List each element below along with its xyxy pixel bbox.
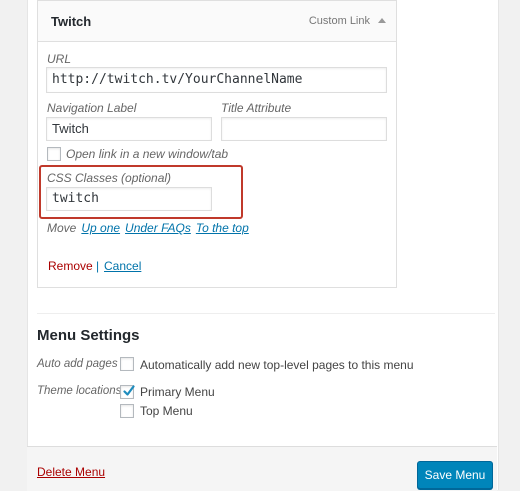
move-label: Move	[47, 221, 77, 235]
menu-item-title: Twitch	[51, 14, 92, 29]
navigation-label-input[interactable]: Twitch	[46, 117, 212, 141]
menu-footer: Delete Menu Save Menu	[27, 446, 497, 491]
checkmark-icon	[123, 385, 135, 396]
new-window-label: Open link in a new window/tab	[66, 147, 229, 161]
move-under-faqs-link[interactable]: Under FAQs	[125, 221, 191, 235]
auto-add-pages-checkbox[interactable]	[120, 357, 134, 371]
menu-settings-title: Menu Settings	[37, 327, 140, 344]
primary-menu-label: Primary Menu	[140, 385, 215, 399]
title-attribute-input[interactable]	[221, 117, 387, 141]
save-menu-button[interactable]: Save Menu	[417, 461, 493, 489]
auto-add-pages-label: Auto add pages	[37, 358, 118, 370]
auto-add-pages-option: Automatically add new top-level pages to…	[140, 358, 414, 372]
new-window-checkbox[interactable]	[47, 147, 61, 161]
delete-menu-link[interactable]: Delete Menu	[37, 465, 105, 479]
section-divider	[37, 313, 495, 314]
title-attribute-label: Title Attribute	[221, 101, 292, 115]
top-menu-label: Top Menu	[140, 404, 193, 418]
navigation-label-label: Navigation Label	[47, 101, 137, 115]
theme-locations-label: Theme locations	[37, 385, 122, 397]
remove-link[interactable]: Remove	[48, 259, 93, 273]
menu-item-type: Custom Link	[308, 15, 370, 27]
menu-item-header[interactable]: Twitch Custom Link	[38, 1, 396, 42]
css-classes-highlight	[39, 165, 243, 219]
url-input[interactable]: http://twitch.tv/YourChannelName	[46, 67, 387, 93]
cancel-link[interactable]: Cancel	[104, 259, 141, 273]
menu-item-settings: Twitch Custom Link	[37, 0, 397, 288]
primary-menu-checkbox[interactable]	[120, 385, 135, 399]
link-separator: |	[96, 259, 100, 273]
top-menu-checkbox[interactable]	[120, 404, 134, 418]
move-to-top-link[interactable]: To the top	[196, 221, 249, 235]
move-row: Move Up one Under FAQs To the top	[47, 221, 249, 235]
url-label: URL	[47, 52, 72, 66]
move-up-one-link[interactable]: Up one	[81, 221, 120, 235]
arrow-up-icon[interactable]	[376, 15, 388, 27]
